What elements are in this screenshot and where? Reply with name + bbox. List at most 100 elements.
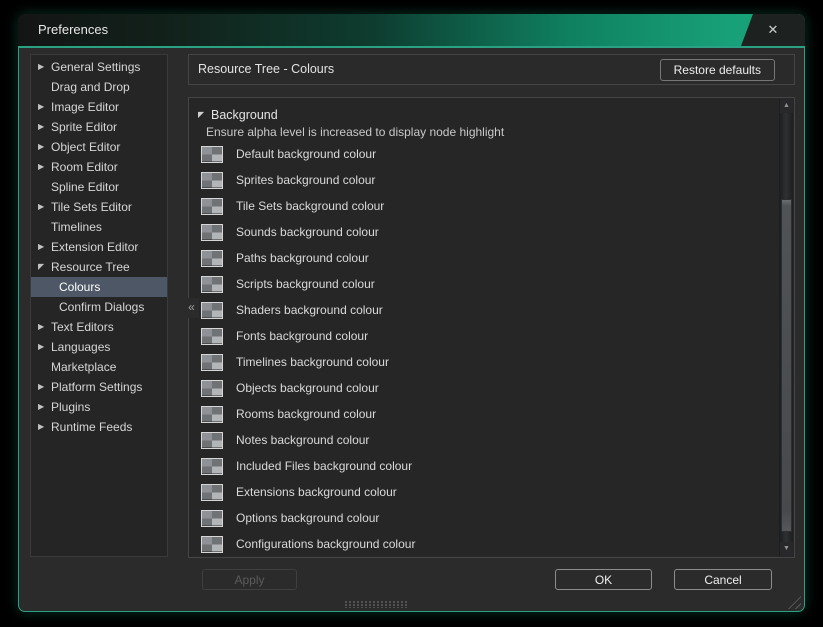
cancel-button[interactable]: Cancel bbox=[674, 569, 772, 590]
apply-button: Apply bbox=[202, 569, 297, 590]
colour-swatch[interactable] bbox=[201, 146, 223, 163]
colour-swatch[interactable] bbox=[201, 484, 223, 501]
sidebar-item-resource-tree[interactable]: ◤ Resource Tree bbox=[31, 257, 167, 277]
colour-row-label: Fonts background colour bbox=[236, 329, 368, 343]
colour-swatch[interactable] bbox=[201, 198, 223, 215]
colour-row-sounds-background-colour: Sounds background colour bbox=[189, 219, 778, 245]
sidebar-item-spline-editor[interactable]: Spline Editor bbox=[31, 177, 167, 197]
tree-expander-icon[interactable]: ◤ bbox=[38, 263, 51, 271]
scroll-down-icon[interactable]: ▼ bbox=[780, 542, 793, 556]
colour-swatch[interactable] bbox=[201, 172, 223, 189]
colour-rows: Default background colour Sprites backgr… bbox=[189, 141, 778, 557]
colour-row-label: Sounds background colour bbox=[236, 225, 379, 239]
sidebar-item-languages[interactable]: ▶ Languages bbox=[31, 337, 167, 357]
colour-row-rooms-background-colour: Rooms background colour bbox=[189, 401, 778, 427]
colour-row-options-background-colour: Options background colour bbox=[189, 505, 778, 531]
tree-expander-icon[interactable]: ▶ bbox=[38, 123, 51, 131]
tree-expander-icon[interactable]: ▶ bbox=[38, 103, 51, 111]
sidebar-item-colours[interactable]: Colours bbox=[31, 277, 167, 297]
colour-swatch[interactable] bbox=[201, 302, 223, 319]
colour-row-label: Included Files background colour bbox=[236, 459, 412, 473]
colour-row-label: Scripts background colour bbox=[236, 277, 375, 291]
corner-resize-grip[interactable] bbox=[788, 596, 801, 609]
dialog-body: ▶ General Settings Drag and Drop ▶ Image… bbox=[18, 46, 805, 612]
sidebar-item-label: Colours bbox=[59, 280, 100, 294]
sidebar-item-label: Languages bbox=[51, 340, 110, 354]
sidebar-item-extension-editor[interactable]: ▶ Extension Editor bbox=[31, 237, 167, 257]
tree-expander-icon[interactable]: ▶ bbox=[38, 323, 51, 331]
sidebar-item-label: Image Editor bbox=[51, 100, 119, 114]
sidebar-item-room-editor[interactable]: ▶ Room Editor bbox=[31, 157, 167, 177]
colour-row-label: Sprites background colour bbox=[236, 173, 375, 187]
colour-swatch[interactable] bbox=[201, 406, 223, 423]
colour-row-label: Notes background colour bbox=[236, 433, 369, 447]
colour-swatch[interactable] bbox=[201, 510, 223, 527]
page-title: Resource Tree - Colours bbox=[198, 55, 334, 84]
sidebar-collapse-button[interactable]: « bbox=[184, 298, 199, 318]
settings-tree: ▶ General Settings Drag and Drop ▶ Image… bbox=[30, 54, 168, 557]
tree-expander-icon[interactable]: ▶ bbox=[38, 143, 51, 151]
sidebar-item-label: Platform Settings bbox=[51, 380, 142, 394]
sidebar-item-platform-settings[interactable]: ▶ Platform Settings bbox=[31, 377, 167, 397]
colour-row-label: Tile Sets background colour bbox=[236, 199, 384, 213]
colour-swatch[interactable] bbox=[201, 224, 223, 241]
sidebar-item-label: Plugins bbox=[51, 400, 90, 414]
background-section-header: ◤ Background bbox=[198, 107, 794, 122]
sidebar-item-image-editor[interactable]: ▶ Image Editor bbox=[31, 97, 167, 117]
sidebar-item-marketplace[interactable]: Marketplace bbox=[31, 357, 167, 377]
close-icon[interactable]: ✕ bbox=[762, 14, 784, 46]
tree-expander-icon[interactable]: ▶ bbox=[38, 403, 51, 411]
sidebar-item-label: Tile Sets Editor bbox=[51, 200, 132, 214]
colour-row-label: Paths background colour bbox=[236, 251, 369, 265]
sidebar-item-tile-sets-editor[interactable]: ▶ Tile Sets Editor bbox=[31, 197, 167, 217]
colour-row-label: Rooms background colour bbox=[236, 407, 376, 421]
scroll-up-icon[interactable]: ▲ bbox=[780, 99, 793, 113]
sidebar-item-label: Text Editors bbox=[51, 320, 114, 334]
sidebar-item-sprite-editor[interactable]: ▶ Sprite Editor bbox=[31, 117, 167, 137]
sidebar-item-timelines[interactable]: Timelines bbox=[31, 217, 167, 237]
colour-swatch[interactable] bbox=[201, 380, 223, 397]
titlebar[interactable]: Preferences ✕ bbox=[18, 14, 805, 46]
restore-defaults-button[interactable]: Restore defaults bbox=[660, 59, 775, 81]
sidebar-item-plugins[interactable]: ▶ Plugins bbox=[31, 397, 167, 417]
resize-grip-handle[interactable] bbox=[345, 601, 409, 608]
scrollbar-thumb[interactable] bbox=[781, 199, 792, 532]
colour-swatch[interactable] bbox=[201, 432, 223, 449]
scrollbar-track[interactable] bbox=[780, 113, 793, 542]
section-expander-icon[interactable]: ◤ bbox=[198, 111, 211, 119]
sidebar-item-runtime-feeds[interactable]: ▶ Runtime Feeds bbox=[31, 417, 167, 437]
sidebar-item-label: Confirm Dialogs bbox=[59, 300, 144, 314]
colour-row-scripts-background-colour: Scripts background colour bbox=[189, 271, 778, 297]
sidebar-item-drag-and-drop[interactable]: Drag and Drop bbox=[31, 77, 167, 97]
colour-swatch[interactable] bbox=[201, 354, 223, 371]
sidebar-item-general-settings[interactable]: ▶ General Settings bbox=[31, 57, 167, 77]
tree-expander-icon[interactable]: ▶ bbox=[38, 163, 51, 171]
sidebar-item-label: Sprite Editor bbox=[51, 120, 117, 134]
sidebar-item-text-editors[interactable]: ▶ Text Editors bbox=[31, 317, 167, 337]
tree-expander-icon[interactable]: ▶ bbox=[38, 423, 51, 431]
preferences-dialog: Preferences ✕ ▶ General Settings Drag an… bbox=[18, 14, 805, 612]
colour-swatch[interactable] bbox=[201, 328, 223, 345]
sidebar-item-object-editor[interactable]: ▶ Object Editor bbox=[31, 137, 167, 157]
colour-row-configurations-background-colour: Configurations background colour bbox=[189, 531, 778, 557]
colour-swatch[interactable] bbox=[201, 536, 223, 553]
sidebar-item-label: Drag and Drop bbox=[51, 80, 130, 94]
tree-expander-icon[interactable]: ▶ bbox=[38, 63, 51, 71]
sidebar-item-label: Extension Editor bbox=[51, 240, 138, 254]
tree-expander-icon[interactable]: ▶ bbox=[38, 383, 51, 391]
colour-row-timelines-background-colour: Timelines background colour bbox=[189, 349, 778, 375]
tree-expander-icon[interactable]: ▶ bbox=[38, 243, 51, 251]
colour-swatch[interactable] bbox=[201, 250, 223, 267]
tree-expander-icon[interactable]: ▶ bbox=[38, 203, 51, 211]
colour-row-notes-background-colour: Notes background colour bbox=[189, 427, 778, 453]
sidebar-item-label: Room Editor bbox=[51, 160, 118, 174]
colour-swatch[interactable] bbox=[201, 276, 223, 293]
sidebar-item-confirm-dialogs[interactable]: Confirm Dialogs bbox=[31, 297, 167, 317]
section-title: Background bbox=[211, 108, 278, 122]
tree-expander-icon[interactable]: ▶ bbox=[38, 343, 51, 351]
colour-row-label: Extensions background colour bbox=[236, 485, 397, 499]
sidebar-item-label: Object Editor bbox=[51, 140, 120, 154]
colour-row-tile-sets-background-colour: Tile Sets background colour bbox=[189, 193, 778, 219]
colour-swatch[interactable] bbox=[201, 458, 223, 475]
ok-button[interactable]: OK bbox=[555, 569, 652, 590]
